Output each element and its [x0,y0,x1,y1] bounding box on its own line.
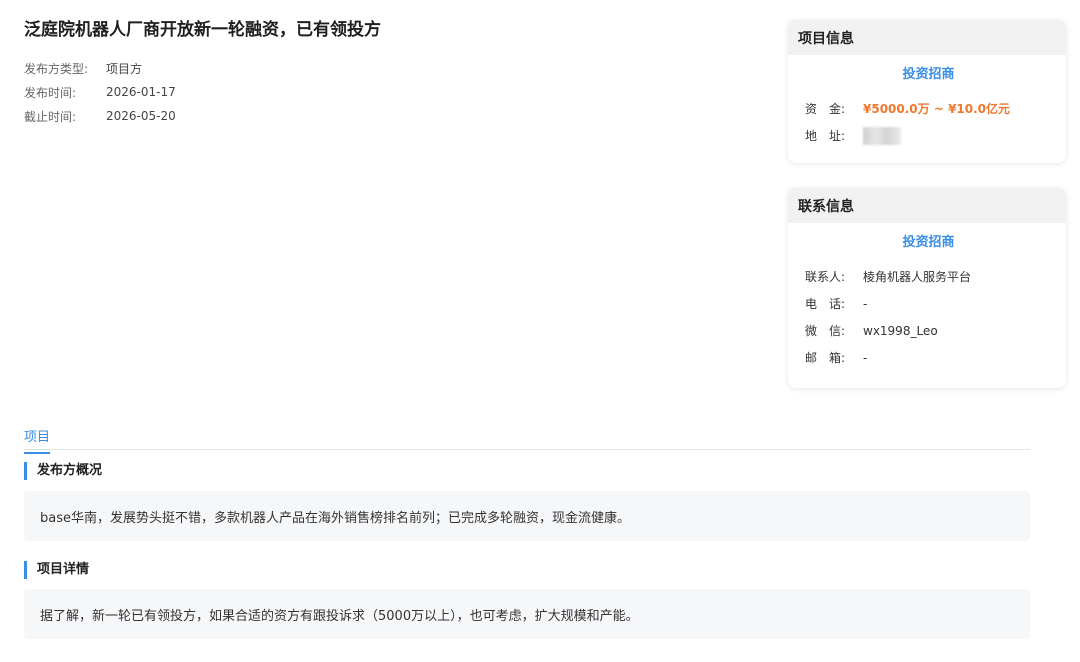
wechat-value: wx1998_Leo [863,323,938,338]
tab-project[interactable]: 项目 [24,426,51,454]
card-body: 投资招商 联系人: 棱角机器人服务平台 电 话: - 微 信: wx1998_L… [788,223,1066,371]
meta-label: 截止时间: [24,109,77,124]
fund-label: 资 金: [805,102,846,116]
fund-row: 资 金: ¥5000.0万 ~ ¥10.0亿元 [805,95,1052,122]
meta-row-publisher-type: 发布方类型: 项目方 [24,56,424,80]
meta-value: 2026-05-20 [106,109,176,123]
section-content-publisher-overview: base华南，发展势头挺不错，多款机器人产品在海外销售榜排名前列；已完成多轮融资… [24,491,1030,541]
phone-value: - [863,296,868,311]
section-content-project-details: 据了解，新一轮已有领投方，如果合适的资方有跟投诉求（5000万以上），也可考虑，… [24,589,1030,639]
address-label: 地 址: [805,129,846,143]
page-title: 泛庭院机器人厂商开放新一轮融资，已有领投方 [24,20,381,40]
contact-person-row: 联系人: 棱角机器人服务平台 [805,263,1052,290]
email-value: - [863,350,868,365]
meta-value: 项目方 [106,61,143,76]
meta-row-publish-time: 发布时间: 2026-01-17 [24,80,424,104]
invest-link[interactable]: 投资招商 [805,223,1052,263]
address-row: 地 址: [805,122,1052,149]
contact-value: 棱角机器人服务平台 [863,270,972,284]
tab-bar: 项目 [24,418,1030,454]
contact-info-card: 联系信息 投资招商 联系人: 棱角机器人服务平台 电 话: - 微 信: wx1… [788,188,1066,388]
wechat-label: 微 信: [805,324,846,338]
section-title-project-details: 项目详情 [24,561,89,579]
card-header: 项目信息 [788,20,1066,55]
fund-value: ¥5000.0万 ~ ¥10.0亿元 [863,102,1011,116]
meta-label: 发布方类型: [24,61,89,76]
section-title-publisher-overview: 发布方概况 [24,462,102,480]
meta-row-deadline: 截止时间: 2026-05-20 [24,104,424,128]
email-label: 邮 箱: [805,351,846,365]
project-info-card: 项目信息 投资招商 资 金: ¥5000.0万 ~ ¥10.0亿元 地 址: [788,20,1066,163]
card-header: 联系信息 [788,188,1066,223]
project-meta: 发布方类型: 项目方 发布时间: 2026-01-17 截止时间: 2026-0… [24,56,424,128]
meta-value: 2026-01-17 [106,85,176,99]
email-row: 邮 箱: - [805,344,1052,371]
wechat-row: 微 信: wx1998_Leo [805,317,1052,344]
contact-label: 联系人: [805,270,846,284]
phone-row: 电 话: - [805,290,1052,317]
phone-label: 电 话: [805,297,846,311]
card-body: 投资招商 资 金: ¥5000.0万 ~ ¥10.0亿元 地 址: [788,55,1066,149]
invest-link[interactable]: 投资招商 [805,55,1052,95]
address-redacted [863,126,901,145]
meta-label: 发布时间: [24,85,77,100]
